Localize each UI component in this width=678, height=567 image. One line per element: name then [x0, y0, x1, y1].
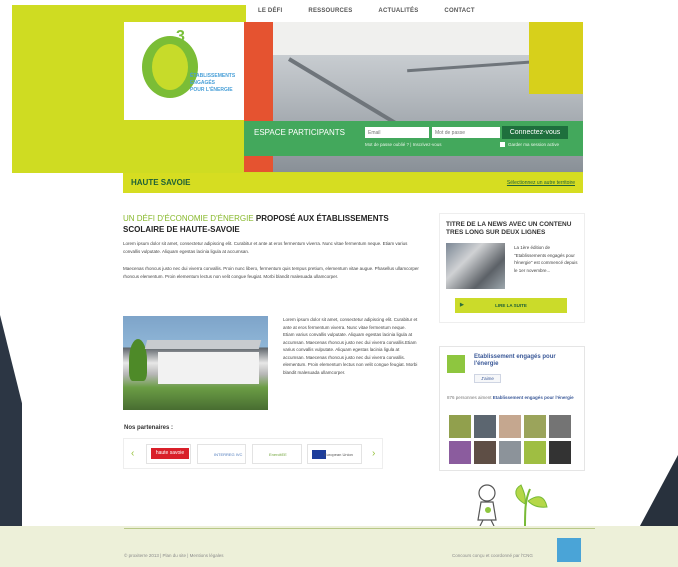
- fan-thumbnail[interactable]: [499, 415, 521, 438]
- fan-thumbnail[interactable]: [474, 415, 496, 438]
- plant-leaf-right: [527, 496, 548, 508]
- person-head-outline: [478, 484, 496, 502]
- facebook-fans-count: 876 personnes aiment Etablissement engag…: [447, 395, 574, 400]
- fan-thumbnail[interactable]: [524, 441, 546, 464]
- main-navigation: LE DÉFI RESSOURCES ACTUALITÉS CONTACT: [246, 0, 583, 22]
- next-partner-icon[interactable]: ›: [372, 448, 375, 459]
- facebook-fan-thumbnails: [449, 415, 580, 464]
- partners-carousel: ‹ haute savoie INTERREG IVC EnercitEE Eu…: [123, 438, 383, 469]
- facebook-page-logo[interactable]: [447, 355, 465, 373]
- plant-illustration: [515, 484, 548, 529]
- participants-login-panel: ESPACE PARTICIPANTS Connectez-vous Mot d…: [244, 121, 583, 156]
- page: LE DÉFI RESSOURCES ACTUALITÉS CONTACT 3 …: [0, 0, 678, 567]
- fan-thumbnail[interactable]: [449, 415, 471, 438]
- nav-item-contact[interactable]: CONTACT: [444, 8, 474, 14]
- password-links[interactable]: Mot de passe oublié ? | Inscrivez-vous: [365, 142, 441, 147]
- fan-thumbnail[interactable]: [474, 441, 496, 464]
- fan-thumbnail[interactable]: [449, 441, 471, 464]
- site-logo[interactable]: 3 ÉTABLISSEMENTS ENGAGÉS POUR L'ÉNERGIE: [124, 22, 244, 120]
- nav-item-ressources[interactable]: RESSOURCES: [308, 8, 352, 14]
- region-title: HAUTE SAVOIE: [131, 178, 191, 187]
- remember-checkbox[interactable]: [500, 142, 505, 147]
- facebook-widget: Etablissement engagés pour l'énergie J'a…: [439, 346, 585, 471]
- fan-thumbnail[interactable]: [549, 441, 571, 464]
- previous-partner-icon[interactable]: ‹: [131, 448, 134, 459]
- nav-item-actualites[interactable]: ACTUALITÉS: [378, 8, 418, 14]
- footer-credit: Concours conçu et coordonné par l'CNG: [452, 553, 533, 558]
- news-card: TITRE DE LA NEWS AVEC UN CONTENU TRES LO…: [439, 213, 585, 323]
- partners-title: Nos partenaires :: [124, 425, 174, 431]
- partner-logo-haute-savoie[interactable]: haute savoie: [146, 444, 191, 464]
- news-title[interactable]: TITRE DE LA NEWS AVEC UN CONTENU TRES LO…: [446, 221, 581, 237]
- news-excerpt: La 1ère édition de "Etablissements engag…: [514, 245, 578, 273]
- fan-thumbnail[interactable]: [549, 415, 571, 438]
- wall-shape: [158, 352, 259, 384]
- fan-thumbnail[interactable]: [524, 415, 546, 438]
- person-legs-outline: [479, 519, 495, 526]
- second-paragraph: Maecenas rhoncus justo nec dui viverra c…: [123, 266, 419, 279]
- tree-shape: [129, 339, 147, 381]
- photo-yellow-wall: [529, 22, 583, 94]
- intro-paragraph: Lorem ipsum dolor sit amet, consectetur …: [123, 241, 408, 254]
- news-image[interactable]: [446, 243, 505, 289]
- facebook-like-button[interactable]: J'aime: [474, 374, 501, 383]
- plant-stem: [524, 488, 531, 529]
- partner-logo-european-union[interactable]: European Union: [307, 444, 362, 464]
- photo-side-text: Lorem ipsum dolor sit amet, consectetur …: [283, 317, 418, 375]
- logo-text: ÉTABLISSEMENTS ENGAGÉS POUR L'ÉNERGIE: [190, 73, 236, 93]
- page-title: UN DÉFI D'ÉCONOMIE D'ÉNERGIE PROPOSÉ AUX…: [123, 214, 389, 234]
- region-bar: HAUTE SAVOIE Sélectionnez un autre terri…: [123, 173, 583, 193]
- logo-number: 3: [176, 28, 185, 45]
- ademe-logo[interactable]: [557, 538, 581, 562]
- plant-leaf-left: [515, 484, 526, 505]
- nav-item-le-defi[interactable]: LE DÉFI: [258, 8, 282, 14]
- participants-title: ESPACE PARTICIPANTS: [254, 128, 345, 137]
- partner-logo-enercitee[interactable]: EnercitEE: [252, 444, 302, 464]
- change-region-link[interactable]: Sélectionnez un autre territoire: [507, 180, 575, 186]
- school-photo: [123, 316, 268, 410]
- roof-shape: [144, 340, 262, 349]
- partner-logo-interreg[interactable]: INTERREG IVC: [197, 444, 246, 464]
- footer-links[interactable]: © proxiterre 2013 | Plan du site | Menti…: [124, 553, 223, 558]
- person-badge-icon: [485, 507, 491, 513]
- main-content: UN DÉFI D'ÉCONOMIE D'ÉNERGIE PROPOSÉ AUX…: [123, 213, 419, 280]
- remember-session[interactable]: Garder ma session active: [500, 142, 559, 147]
- fan-thumbnail[interactable]: [499, 441, 521, 464]
- email-input[interactable]: [365, 127, 429, 138]
- password-input[interactable]: [432, 127, 500, 138]
- facebook-page-name[interactable]: Etablissement engagés pour l'énergie: [474, 354, 574, 368]
- footer-divider: [124, 528, 595, 529]
- connect-button[interactable]: Connectez-vous: [502, 126, 568, 139]
- footer: © proxiterre 2013 | Plan du site | Menti…: [0, 526, 678, 567]
- read-more-button[interactable]: LIRE LA SUITE: [455, 298, 567, 313]
